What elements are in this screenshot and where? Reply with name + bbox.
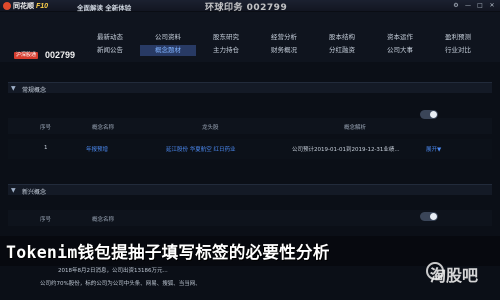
f10-nav-grid: 最新动态 公司资料 股东研究 经营分析 股本结构 资本运作 盈利预测新闻公告 概念题材 主力持仓… bbox=[82, 32, 500, 72]
table-row: 1 年报预增 延江股份 华夏航空 红日药业 公司预计2019-01-01到201… bbox=[8, 139, 492, 159]
concept-detail: 公司预计2019-01-01到2019-12-31业绩... bbox=[292, 147, 400, 153]
close-icon[interactable]: ✕ bbox=[488, 2, 496, 10]
window-controls: ⚙ — □ ✕ bbox=[452, 2, 496, 10]
nav-area: 沪深股通 002799 最新动态 公司资料 股东研究 经营分析 股本结构 资本运作 盈利预测… bbox=[0, 12, 500, 62]
table-header: 序号 概念名称 bbox=[8, 210, 492, 226]
nav-item[interactable]: 公司资料 bbox=[140, 32, 196, 43]
nav-item[interactable]: 股本结构 bbox=[314, 32, 370, 43]
nav-item[interactable]: 行业对比 bbox=[430, 45, 486, 56]
logo-suffix: F10 bbox=[36, 2, 49, 10]
nav-item[interactable]: 主力持仓 bbox=[198, 45, 254, 56]
watermark-text: 淘股吧 bbox=[429, 266, 478, 285]
col-leaders: 龙头股 bbox=[202, 125, 219, 131]
stock-code: 002799 bbox=[45, 50, 76, 60]
chevron-down-icon: ▼ bbox=[437, 147, 442, 153]
overlay-headline: Tokenim钱包提抽子填写标签的必要性分析 bbox=[6, 243, 330, 262]
section-header-emerging-concepts[interactable]: ▼ 新兴概念 bbox=[8, 184, 492, 196]
nav-item[interactable]: 公司大事 bbox=[372, 45, 428, 56]
maximize-icon[interactable]: □ bbox=[476, 2, 484, 10]
logo-text: 同花顺 bbox=[13, 3, 34, 10]
col-analysis: 概念解析 bbox=[344, 125, 367, 131]
settings-icon[interactable]: ⚙ bbox=[452, 2, 460, 10]
leader-stocks-links[interactable]: 延江股份 华夏航空 红日药业 bbox=[166, 145, 236, 153]
table-header: 序号 概念名称 龙头股 概念解析 bbox=[8, 110, 492, 134]
col-index: 序号 bbox=[40, 125, 52, 131]
concept-name-link[interactable]: 年报预增 bbox=[86, 145, 108, 153]
title-bar: 同花顺 F10 全面解读 全新体验 环球印务 002799 ⚙ — □ ✕ bbox=[0, 0, 500, 13]
nav-item[interactable]: 财务概况 bbox=[256, 45, 312, 56]
section-title: 常规概念 bbox=[22, 87, 47, 94]
nav-item[interactable]: 新闻公告 bbox=[82, 45, 138, 56]
col-name: 概念名称 bbox=[92, 125, 115, 131]
view-toggle[interactable] bbox=[420, 110, 438, 119]
app-subtitle: 全面解读 全新体验 bbox=[77, 4, 132, 12]
col-name: 概念名称 bbox=[92, 217, 115, 223]
news-line: 公司约70%股份，标的公司为公司中头条、网易、搜狐、当当网、 bbox=[40, 281, 201, 287]
nav-item[interactable]: 最新动态 bbox=[82, 32, 138, 43]
news-line: 2018年8月2日消息，公司出资13186万元... bbox=[58, 268, 168, 274]
minimize-icon[interactable]: — bbox=[464, 2, 472, 10]
logo-mark-icon bbox=[3, 2, 11, 10]
expand-link[interactable]: 展开▼ bbox=[426, 145, 441, 153]
nav-item[interactable]: 分红融资 bbox=[314, 45, 370, 56]
section-header-regular-concepts[interactable]: ▼ 常规概念 bbox=[8, 82, 492, 94]
col-index: 序号 bbox=[40, 217, 52, 223]
collapse-triangle-icon[interactable]: ▼ bbox=[11, 85, 16, 92]
nav-item[interactable]: 股东研究 bbox=[198, 32, 254, 43]
nav-item[interactable]: 概念题材 bbox=[140, 45, 196, 56]
row-index: 1 bbox=[44, 145, 48, 151]
app-logo[interactable]: 同花顺 F10 bbox=[3, 2, 48, 10]
nav-item[interactable]: 资本运作 bbox=[372, 32, 428, 43]
view-toggle[interactable] bbox=[420, 212, 438, 221]
nav-item[interactable]: 经营分析 bbox=[256, 32, 312, 43]
collapse-triangle-icon[interactable]: ▼ bbox=[11, 187, 16, 194]
section-title: 新兴概念 bbox=[22, 189, 47, 196]
stock-connect-badge: 沪深股通 bbox=[14, 52, 39, 59]
nav-item[interactable]: 盈利预测 bbox=[430, 32, 486, 43]
